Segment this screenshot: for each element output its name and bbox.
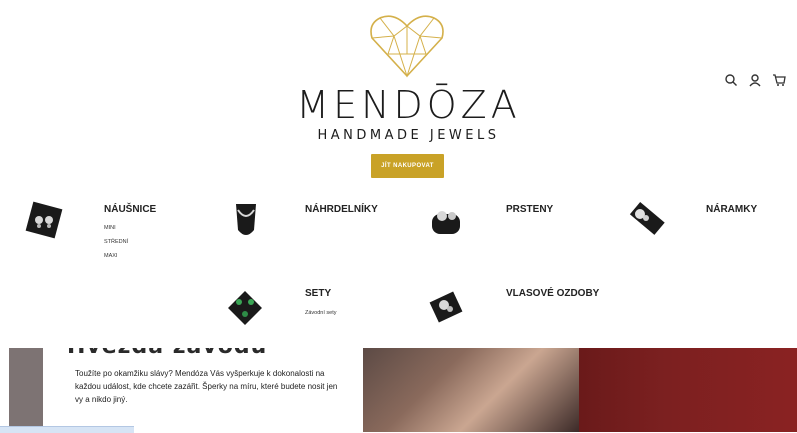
shop-now-button[interactable]: JÍT NAKUPOVAT [371, 154, 444, 178]
hair-accessories-thumbnail[interactable] [426, 287, 466, 327]
brand-name: MENDŌZA [296, 83, 521, 127]
hero-earring-photo [579, 348, 797, 432]
category-title[interactable]: SETY [305, 288, 331, 299]
hero-necklace-photo [363, 348, 579, 432]
header-icons [724, 73, 786, 87]
user-icon[interactable] [748, 73, 762, 87]
sets-thumbnail[interactable] [225, 288, 265, 328]
subcategory-link[interactable]: STŘEDNÍ [104, 239, 128, 245]
category-title[interactable]: VLASOVÉ OZDOBY [506, 288, 599, 299]
hero-section: Hvězda závodů Toužíte po okamžiku slávy?… [9, 348, 797, 432]
necklaces-thumbnail[interactable] [226, 200, 266, 240]
hero-paragraph: Toužíte po okamžiku slávy? Mendóza Vás v… [75, 369, 338, 404]
subcategory-link[interactable]: MINI [104, 225, 116, 231]
search-icon[interactable] [724, 73, 738, 87]
category-title[interactable]: NÁHRDELNÍKY [305, 204, 378, 215]
earrings-thumbnail[interactable] [24, 200, 64, 240]
category-title[interactable]: PRSTENY [506, 204, 553, 215]
hero-heading: Hvězda závodů [67, 348, 267, 359]
brand-logo-heart-icon [368, 14, 446, 78]
category-title[interactable]: NÁRAMKY [706, 204, 757, 215]
subcategory-link[interactable]: Závodní sety [305, 310, 337, 316]
brand-tagline: HANDMADE JEWELS [317, 128, 500, 143]
cart-icon[interactable] [772, 73, 786, 87]
hero-left-edge [9, 348, 43, 432]
rings-thumbnail[interactable] [426, 202, 466, 242]
bracelets-thumbnail[interactable] [626, 200, 666, 240]
category-title[interactable]: NÁUŠNICE [104, 204, 156, 215]
subcategory-link[interactable]: MAXI [104, 253, 117, 259]
